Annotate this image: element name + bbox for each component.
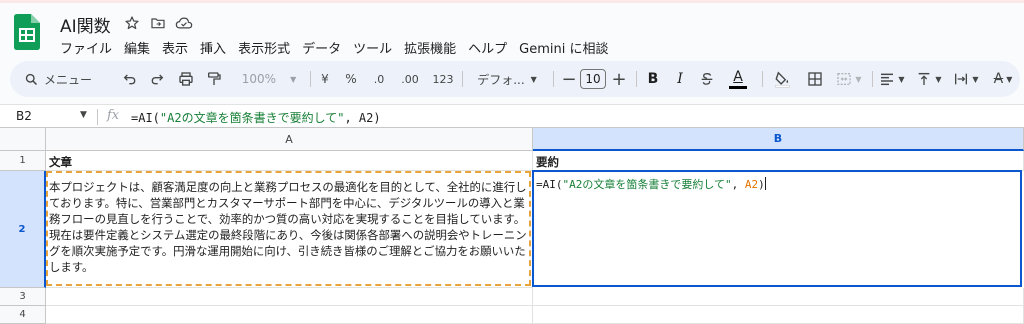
chevron-down-icon: ▼	[972, 74, 979, 84]
chevron-down-icon[interactable]: ▼	[80, 110, 87, 120]
text-rotation-glyph: A	[993, 71, 1004, 87]
menu-view[interactable]: 表示	[162, 38, 195, 57]
font-select[interactable]: デフォ... ▼	[466, 61, 548, 97]
increase-decimals-button[interactable]: .00	[395, 61, 425, 97]
cell-b4[interactable]	[533, 306, 1024, 324]
formula-separator: ,	[344, 111, 359, 125]
row-header-1[interactable]: 1	[0, 151, 46, 171]
text-rotation-icon[interactable]: A ▼	[987, 61, 1019, 97]
increase-font-size-button[interactable]: +	[608, 61, 630, 97]
top-accent-line	[0, 0, 1024, 3]
cell-a4[interactable]	[46, 306, 533, 324]
text-color-button[interactable]: A	[724, 61, 752, 97]
chevron-down-icon: ▼	[935, 74, 942, 84]
cell-a2[interactable]: 本プロジェクトは、顧客満足度の向上と業務プロセスの最適化を目的として、全社的に進…	[46, 171, 533, 288]
name-box[interactable]: B2	[16, 109, 32, 123]
formula-ref-arg: A2	[358, 111, 374, 125]
vertical-align-icon[interactable]: ▼	[913, 61, 945, 97]
cloud-status-icon[interactable]	[174, 13, 194, 33]
cell-formula-suffix: )	[758, 178, 765, 191]
select-all-corner[interactable]	[0, 128, 46, 151]
cell-formula-string-arg: "A2の文章を箇条書きで要約して"	[562, 178, 732, 191]
zoom-value: 100%	[241, 72, 277, 86]
toolbar-divider	[636, 71, 637, 87]
currency-format-button[interactable]: ¥	[314, 61, 336, 97]
fx-icon: fx	[107, 108, 120, 123]
toolbar-divider	[762, 71, 763, 87]
move-to-folder-icon[interactable]	[148, 13, 168, 33]
menu-file[interactable]: ファイル	[60, 38, 119, 57]
increase-decimals-label: .00	[401, 72, 419, 86]
menu-search[interactable]: メニュー	[24, 61, 104, 97]
menu-tools[interactable]: ツール	[353, 38, 399, 57]
cell-a3[interactable]	[46, 288, 533, 306]
formula-bar: B2 ▼ fx =AI("A2の文章を箇条書きで要約して", A2)	[0, 104, 1024, 128]
decrease-decimals-button[interactable]: .0	[366, 61, 392, 97]
number-format-button[interactable]: 123	[429, 61, 457, 97]
menu-bar: ファイル 編集 表示 挿入 表示形式 データ ツール 拡張機能 ヘルプ Gemi…	[60, 38, 620, 57]
text-color-swatch	[729, 85, 747, 89]
toolbar-divider	[310, 71, 311, 87]
undo-icon[interactable]	[118, 61, 142, 97]
italic-button[interactable]: I	[668, 61, 692, 97]
document-title[interactable]: AI関数	[60, 12, 111, 37]
cell-b3[interactable]	[533, 288, 1024, 306]
fill-color-icon[interactable]	[768, 61, 796, 97]
column-header-a[interactable]: A	[46, 128, 533, 151]
toolbar-divider	[872, 71, 873, 87]
text-color-letter: A	[733, 68, 743, 85]
chevron-down-icon: ▼	[290, 74, 297, 84]
formula-prefix: =AI(	[131, 111, 160, 125]
zoom-select[interactable]: 100% ▼	[234, 61, 304, 97]
formula-input[interactable]: =AI("A2の文章を箇条書きで要約して", A2)	[131, 109, 381, 126]
search-icon	[24, 72, 39, 87]
sheets-logo-icon[interactable]	[14, 14, 40, 50]
row-header-3[interactable]: 3	[0, 288, 46, 306]
menu-insert[interactable]: 挿入	[200, 38, 233, 57]
cell-a1[interactable]: 文章	[46, 151, 533, 171]
chevron-down-icon: ▼	[898, 74, 905, 84]
chevron-down-icon: ▼	[1006, 74, 1013, 84]
redo-icon[interactable]	[145, 61, 169, 97]
cell-b1[interactable]: 要約	[533, 151, 1024, 171]
cell-formula-ref-arg: A2	[744, 178, 759, 191]
font-size-input[interactable]: 10	[580, 69, 606, 89]
row-header-2[interactable]: 2	[0, 171, 46, 288]
formula-string-arg: "A2の文章を箇条書きで要約して"	[159, 111, 345, 125]
menu-edit[interactable]: 編集	[124, 38, 157, 57]
text-wrap-icon[interactable]: ▼	[949, 61, 983, 97]
chevron-down-icon: ▼	[855, 74, 862, 84]
text-cursor	[764, 177, 766, 190]
cell-formula-prefix: =AI(	[536, 178, 563, 191]
star-icon[interactable]	[122, 13, 142, 33]
toolbar-divider	[553, 71, 554, 87]
decrease-decimals-label: .0	[373, 72, 385, 86]
menu-extensions[interactable]: 拡張機能	[404, 38, 463, 57]
bold-button[interactable]: B	[641, 61, 665, 97]
formula-bar-divider	[97, 109, 98, 125]
cell-formula-separator: ,	[731, 178, 745, 191]
horizontal-align-icon[interactable]: ▼	[876, 61, 908, 97]
menu-gemini[interactable]: Gemini に相談	[519, 38, 615, 57]
formula-suffix: )	[373, 111, 381, 125]
menu-format[interactable]: 表示形式	[238, 38, 297, 57]
borders-icon[interactable]	[802, 61, 828, 97]
font-value: デフォ...	[477, 72, 525, 87]
decrease-font-size-button[interactable]: −	[558, 61, 580, 97]
cell-b2-editor[interactable]: =AI("A2の文章を箇条書きで要約して", A2)	[532, 170, 1022, 287]
spreadsheet-grid: A B 1 2 3 4 文章 要約 本プロジェクトは、顧客満足度の向上と業務プロ…	[0, 128, 1024, 324]
toolbar-divider	[462, 71, 463, 87]
chevron-down-icon: ▼	[530, 74, 537, 84]
strikethrough-icon[interactable]	[695, 61, 719, 97]
menu-data[interactable]: データ	[302, 38, 348, 57]
toolbar: メニュー 100% ▼ ¥ % .0 .00 123 デフォ... ▼ − 10…	[10, 61, 1020, 97]
print-icon[interactable]	[174, 61, 198, 97]
row-header-4[interactable]: 4	[0, 306, 46, 324]
menu-help[interactable]: ヘルプ	[468, 38, 514, 57]
column-header-b[interactable]: B	[533, 128, 1024, 151]
search-label: メニュー	[44, 72, 93, 87]
merge-cells-icon[interactable]: ▼	[832, 61, 866, 97]
percent-format-button[interactable]: %	[340, 61, 362, 97]
paint-format-icon[interactable]	[202, 61, 226, 97]
